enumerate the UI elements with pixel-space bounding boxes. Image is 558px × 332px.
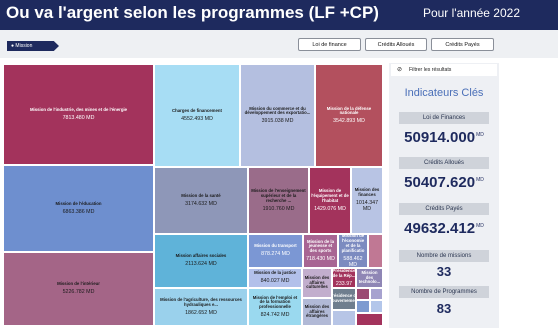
tile-name: Mission des finances xyxy=(354,187,380,198)
credits-alloues-button[interactable]: Crédits Alloués xyxy=(365,38,427,51)
treemap-tile[interactable]: Mission des technolo... xyxy=(356,268,383,288)
treemap-tile[interactable] xyxy=(356,313,383,326)
tile-name: Mission de l'économie et de la planifica… xyxy=(341,234,365,253)
tile-name: Mission du transport xyxy=(254,243,297,249)
tile-name: Mission de l'emploi et de la formation p… xyxy=(252,294,298,310)
tile-value: 878.274 MD xyxy=(261,251,290,258)
tile-value: 4552.493 MD xyxy=(181,115,213,122)
treemap-tile[interactable]: Mission des affaires culturelles xyxy=(302,268,332,298)
kpi-label: Crédits Payés xyxy=(399,203,489,215)
tile-name: Mission des affaires étrangères xyxy=(304,303,330,319)
year-label: Pour l'année 2022 xyxy=(422,6,520,20)
tile-value: 7813.480 MD xyxy=(62,114,95,121)
tile-value: 1862.652 MD xyxy=(185,309,217,316)
treemap-tile[interactable]: Mission de la défense nationale 3542.893… xyxy=(315,64,383,167)
tile-value: 1429.076 MD xyxy=(314,205,346,212)
tile-name: Mission des technolo... xyxy=(358,269,381,285)
kpi-value: 50407.620MD xyxy=(404,174,484,191)
treemap-tile[interactable]: Mission de l'éducation 6863.386 MD xyxy=(3,165,154,252)
treemap-tile[interactable] xyxy=(370,300,383,313)
treemap-tile[interactable]: Mission de l'enseignement supérieur et d… xyxy=(248,167,309,234)
filter-results-button[interactable]: ⊘ Filtrer les résultats xyxy=(391,64,497,76)
treemap-tile[interactable]: Mission de l'emploi et de la formation p… xyxy=(248,288,302,326)
tile-value: 1014.347 MD xyxy=(355,200,379,213)
kpi-value: 83 xyxy=(436,301,452,316)
tile-name: Mission de l'intérieur xyxy=(57,281,100,287)
tile-value: 6863.386 MD xyxy=(62,208,95,215)
credits-payes-button[interactable]: Crédits Payés xyxy=(431,38,494,51)
tile-name: Mission de la justice xyxy=(254,270,296,276)
kpi-label: Loi de Finances xyxy=(399,112,489,124)
treemap-tile[interactable]: Mission des affaires étrangères xyxy=(302,298,332,326)
tile-value: 588.462 MD xyxy=(343,255,363,268)
tile-name: Présidence de la Rép... xyxy=(332,268,356,278)
tile-value: 840.027 MD xyxy=(260,278,290,285)
treemap-tile[interactable] xyxy=(368,234,383,268)
tile-name: Mission de la défense nationale xyxy=(326,105,372,116)
treemap-tile[interactable]: Mission de l'industrie, des mines et de … xyxy=(3,64,154,165)
tile-name: Charges de financement xyxy=(172,107,222,113)
kpi-label: Nombre de missions xyxy=(399,250,489,262)
tile-name: Mission de l'agriculture, des ressources… xyxy=(160,297,242,307)
treemap-tile[interactable]: Mission de l'économie et de la planifica… xyxy=(338,234,368,268)
mission-tag-label: Mission xyxy=(15,43,33,49)
page-title: Ou va l'argent selon les programmes (LF … xyxy=(6,3,379,22)
tile-name: Mission de l'industrie, des mines et de … xyxy=(29,106,128,112)
tile-value: 2113.624 MD xyxy=(185,261,217,268)
treemap-tile[interactable]: Mission de la santé 3174.632 MD xyxy=(154,167,248,234)
app-header: Ou va l'argent selon les programmes (LF … xyxy=(0,0,558,30)
treemap-tile[interactable]: Mission de l'équipement et de l'habitat … xyxy=(309,167,351,234)
kpi-value: 50914.000MD xyxy=(404,129,484,146)
treemap-tile[interactable]: Présidence du gouvernement xyxy=(332,288,356,310)
tile-name: Présidence du gouvernement xyxy=(332,293,356,303)
kpi-value: 49632.412MD xyxy=(404,220,484,237)
tile-name: Mission de la jeunesse et des sports xyxy=(307,238,334,254)
tile-name: Mission de l'éducation xyxy=(55,200,102,206)
tile-name: Mission des affaires culturelles xyxy=(304,274,330,290)
treemap-tile[interactable] xyxy=(332,310,356,326)
treemap-tile[interactable]: Mission de l'intérieur 5226.782 MD xyxy=(3,252,154,326)
tile-value: 718.430 MD xyxy=(306,256,335,263)
indicators-title: Indicateurs Clés xyxy=(404,87,484,99)
mission-tag[interactable]: ● Mission xyxy=(7,41,59,51)
tile-value: 3174.632 MD xyxy=(185,200,217,207)
tile-value: 5226.782 MD xyxy=(62,289,95,296)
treemap-tile[interactable] xyxy=(356,300,370,313)
treemap-tile[interactable]: Mission de la justice 840.027 MD xyxy=(248,268,302,288)
tile-name: Mission du commerce et du développement … xyxy=(244,105,311,116)
eye-slash-icon: ⊘ xyxy=(397,67,403,73)
treemap-tile[interactable]: Charges de financement 4552.493 MD xyxy=(154,64,240,167)
tile-name: Mission de l'équipement et de l'habitat xyxy=(311,188,349,203)
treemap-tile[interactable]: Mission des finances 1014.347 MD xyxy=(351,167,383,234)
kpi-label: Nombre de Programmes xyxy=(399,286,489,298)
tile-value: 1910.760 MD xyxy=(262,205,295,212)
treemap-tile[interactable]: Mission affaires sociales 2113.624 MD xyxy=(154,234,248,288)
treemap-tile[interactable]: Mission du commerce et du développement … xyxy=(240,64,315,167)
missions-treemap: Mission de l'industrie, des mines et de … xyxy=(3,64,383,326)
treemap-tile[interactable] xyxy=(370,288,383,300)
filter-label: Filtrer les résultats xyxy=(409,67,452,73)
tile-value: 824.742 MD xyxy=(260,312,290,319)
tile-value: 3915.038 MD xyxy=(261,118,294,125)
treemap-tile[interactable]: Mission du transport 878.274 MD xyxy=(248,234,303,268)
tile-name: Mission affaires sociales xyxy=(175,253,227,259)
tile-name: Mission de la santé xyxy=(181,192,221,198)
treemap-tile[interactable]: Présidence de la Rép... 233.97 xyxy=(332,268,356,288)
treemap-tile[interactable] xyxy=(356,288,370,300)
tile-value: 3542.893 MD xyxy=(333,118,365,125)
kpi-label: Crédits Alloués xyxy=(399,157,489,169)
loi-de-finance-button[interactable]: Loi de finance xyxy=(298,38,361,51)
tile-name: Mission de l'enseignement supérieur et d… xyxy=(251,188,306,203)
tile-value: 233.97 xyxy=(335,280,353,287)
treemap-tile[interactable]: Mission de l'agriculture, des ressources… xyxy=(154,288,248,326)
treemap-tile[interactable]: Mission de la jeunesse et des sports 718… xyxy=(303,234,338,268)
kpi-value: 33 xyxy=(436,264,452,279)
